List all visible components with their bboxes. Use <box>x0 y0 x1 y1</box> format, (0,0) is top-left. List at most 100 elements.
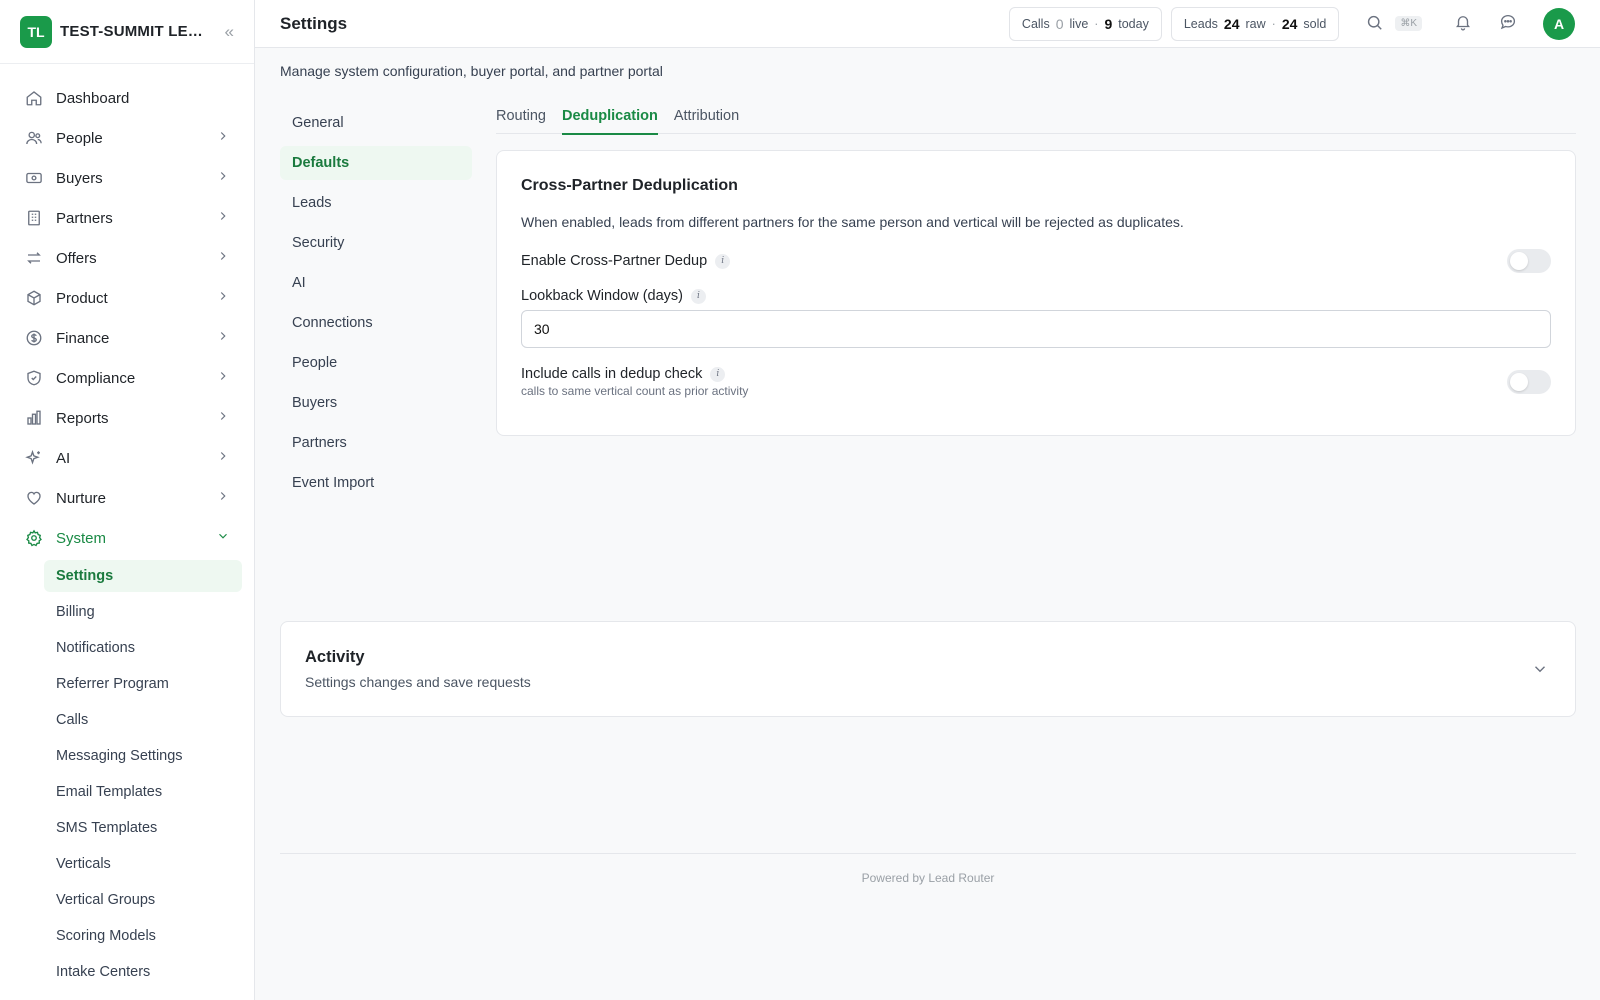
activity-title: Activity <box>305 648 365 666</box>
settings-nav-buyers[interactable]: Buyers <box>280 386 472 420</box>
enable-dedup-row: Enable Cross-Partner Dedup i <box>521 249 1551 273</box>
sub-item-notifications[interactable]: Notifications <box>44 632 242 664</box>
nav-label: Reports <box>56 409 109 427</box>
user-avatar[interactable]: A <box>1543 7 1575 40</box>
settings-nav-leads[interactable]: Leads <box>280 186 472 220</box>
heart-icon <box>24 488 44 508</box>
chevron-down-icon <box>216 529 230 547</box>
nav-label: Dashboard <box>56 89 130 107</box>
chevron-down-icon[interactable] <box>1531 660 1549 681</box>
chevron-right-icon <box>216 249 230 267</box>
leads-label: Leads <box>1183 16 1218 31</box>
nav-item-nurture[interactable]: Nurture <box>0 478 254 518</box>
calls-stat[interactable]: Calls 0 live · 9 today <box>1008 6 1162 41</box>
main-nav: Dashboard People Buyers Partners Offers … <box>0 64 254 988</box>
sub-item-referrer-program[interactable]: Referrer Program <box>44 668 242 700</box>
chat-icon <box>1499 13 1517 34</box>
leads-sold-count: 24 <box>1281 15 1298 32</box>
nav-item-partners[interactable]: Partners <box>0 198 254 238</box>
settings-nav-people[interactable]: People <box>280 346 472 380</box>
leads-raw-count: 24 <box>1223 15 1240 32</box>
nav-item-dashboard[interactable]: Dashboard <box>0 78 254 118</box>
brand-logo[interactable]: TL <box>20 15 52 48</box>
nav-label: Partners <box>56 209 113 227</box>
nav-label: System <box>56 529 107 547</box>
settings-nav-defaults[interactable]: Defaults <box>280 146 472 180</box>
tab-attribution[interactable]: Attribution <box>674 98 739 134</box>
nav-item-people[interactable]: People <box>0 118 254 158</box>
include-calls-hint: calls to same vertical count as prior ac… <box>521 384 749 398</box>
shield-check-icon <box>24 368 44 388</box>
settings-nav-ai[interactable]: AI <box>280 266 472 300</box>
nav-item-finance[interactable]: Finance <box>0 318 254 358</box>
notifications-button[interactable] <box>1445 7 1481 41</box>
chevron-right-icon <box>216 129 230 147</box>
info-icon[interactable]: i <box>691 288 706 304</box>
settings-nav-security[interactable]: Security <box>280 226 472 260</box>
header-actions: Calls 0 live · 9 today Leads 24 raw · 24… <box>1008 6 1575 41</box>
chevron-right-icon <box>216 329 230 347</box>
sub-item-email-templates[interactable]: Email Templates <box>44 776 242 808</box>
lookback-input[interactable] <box>521 310 1551 348</box>
separator-dot: · <box>1271 16 1276 31</box>
collapse-sidebar-icon[interactable]: « <box>225 22 234 42</box>
nav-item-product[interactable]: Product <box>0 278 254 318</box>
calls-live-count: 0 <box>1055 15 1064 32</box>
dedup-card: Cross-Partner Deduplication When enabled… <box>496 150 1576 436</box>
sub-item-scoring-models[interactable]: Scoring Models <box>44 920 242 952</box>
nav-item-ai[interactable]: AI <box>0 438 254 478</box>
nav-label: People <box>56 129 103 147</box>
tab-routing[interactable]: Routing <box>496 98 546 134</box>
settings-nav-general[interactable]: General <box>280 106 472 140</box>
package-icon <box>24 288 44 308</box>
nav-label: Compliance <box>56 369 136 387</box>
users-icon <box>24 128 44 148</box>
nav-label: Offers <box>56 249 97 267</box>
leads-sold-label: sold <box>1303 16 1327 31</box>
bar-chart-icon <box>24 408 44 428</box>
page-subtitle: Manage system configuration, buyer porta… <box>280 63 663 79</box>
brand-name[interactable]: TEST-SUMMIT LEAD... <box>60 23 210 40</box>
bell-icon <box>1454 13 1472 34</box>
card-title: Cross-Partner Deduplication <box>521 177 738 194</box>
sub-item-sms-templates[interactable]: SMS Templates <box>44 812 242 844</box>
settings-nav: General Defaults Leads Security AI Conne… <box>280 106 472 506</box>
lookback-field: Lookback Window (days) i <box>521 288 1551 348</box>
nav-item-system[interactable]: System <box>0 518 254 558</box>
include-calls-toggle[interactable] <box>1507 370 1551 394</box>
nav-item-compliance[interactable]: Compliance <box>0 358 254 398</box>
activity-subtitle: Settings changes and save requests <box>305 674 531 690</box>
calls-live-label: live <box>1069 16 1089 31</box>
settings-nav-partners[interactable]: Partners <box>280 426 472 460</box>
include-calls-row: Include calls in dedup check i calls to … <box>521 366 1551 398</box>
sparkles-icon <box>24 448 44 468</box>
sub-item-vertical-groups[interactable]: Vertical Groups <box>44 884 242 916</box>
info-icon[interactable]: i <box>715 253 731 269</box>
nav-item-buyers[interactable]: Buyers <box>0 158 254 198</box>
settings-nav-connections[interactable]: Connections <box>280 306 472 340</box>
chevron-right-icon <box>216 449 230 467</box>
nav-item-offers[interactable]: Offers <box>0 238 254 278</box>
calls-label: Calls <box>1021 16 1050 31</box>
settings-nav-event-import[interactable]: Event Import <box>280 466 472 500</box>
sub-item-verticals[interactable]: Verticals <box>44 848 242 880</box>
building-icon <box>24 208 44 228</box>
messages-button[interactable] <box>1490 7 1526 41</box>
settings-content: Routing Deduplication Attribution Cross-… <box>496 98 1576 436</box>
enable-dedup-label: Enable Cross-Partner Dedup i <box>521 253 731 269</box>
main-content: Manage system configuration, buyer porta… <box>280 48 1576 885</box>
search-button[interactable] <box>1356 7 1392 41</box>
sub-item-intake-centers[interactable]: Intake Centers <box>44 956 242 988</box>
tab-deduplication[interactable]: Deduplication <box>561 98 658 135</box>
sub-item-billing[interactable]: Billing <box>44 596 242 628</box>
info-icon[interactable]: i <box>710 366 726 382</box>
enable-dedup-toggle[interactable] <box>1507 249 1551 273</box>
sub-item-messaging-settings[interactable]: Messaging Settings <box>44 740 242 772</box>
sub-item-settings[interactable]: Settings <box>44 560 242 592</box>
calls-today-count: 9 <box>1104 15 1113 32</box>
sub-item-calls[interactable]: Calls <box>44 704 242 736</box>
chevron-right-icon <box>216 369 230 387</box>
nav-item-reports[interactable]: Reports <box>0 398 254 438</box>
activity-panel[interactable]: Activity Settings changes and save reque… <box>280 621 1576 717</box>
leads-stat[interactable]: Leads 24 raw · 24 sold <box>1170 6 1340 41</box>
